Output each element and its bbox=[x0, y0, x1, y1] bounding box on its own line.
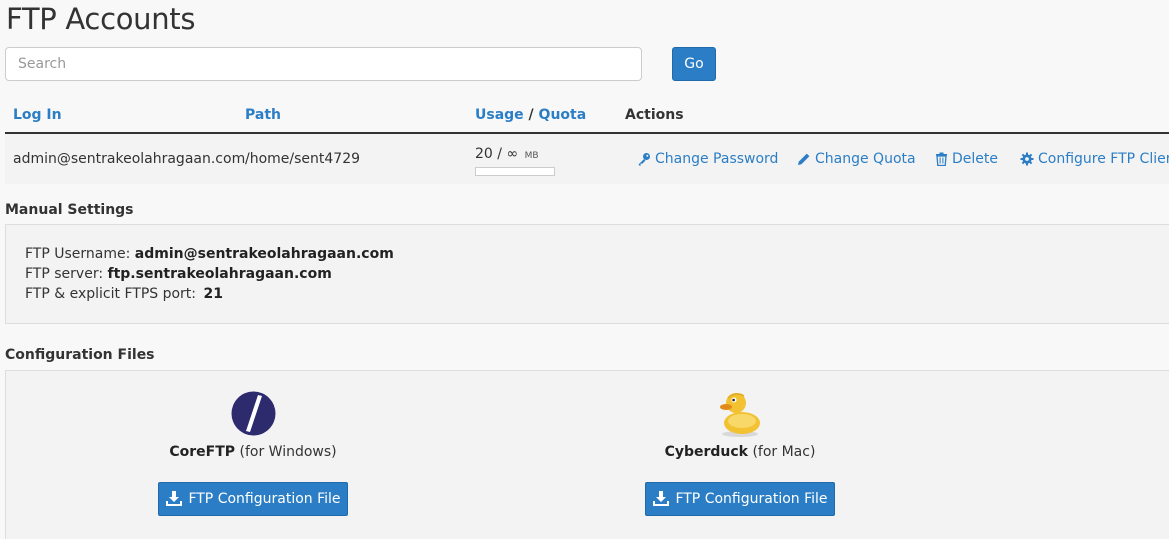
search-input[interactable] bbox=[5, 47, 642, 81]
account-login: admin@sentrakeolahragaan.com bbox=[13, 151, 246, 167]
ftp-username-value: admin@sentrakeolahragaan.com bbox=[134, 246, 394, 262]
coreftp-download-label: FTP Configuration File bbox=[188, 491, 341, 507]
coreftp-name: CoreFTP bbox=[169, 444, 236, 460]
header-separator: / bbox=[528, 107, 534, 123]
column-header-login[interactable]: Log In bbox=[13, 107, 62, 123]
usage-unit: MB bbox=[524, 151, 539, 161]
change-password-button[interactable]: Change Password bbox=[637, 151, 778, 167]
ftp-server-value: ftp.sentrakeolahragaan.com bbox=[107, 266, 332, 282]
page-title: FTP Accounts bbox=[6, 2, 196, 36]
ftp-server-line: FTP server: ftp.sentrakeolahragaan.com bbox=[25, 266, 332, 282]
trash-icon bbox=[936, 152, 947, 166]
usage-progress-bar bbox=[475, 167, 555, 176]
column-header-actions: Actions bbox=[625, 107, 684, 123]
gear-icon bbox=[1020, 152, 1034, 166]
coreftp-title: CoreFTP (for Windows) bbox=[133, 444, 373, 460]
manual-settings-title: Manual Settings bbox=[5, 202, 134, 218]
delete-button[interactable]: Delete bbox=[935, 151, 998, 167]
configuration-files-title: Configuration Files bbox=[5, 347, 155, 363]
ftp-username-label: FTP Username: bbox=[25, 246, 131, 262]
go-button[interactable]: Go bbox=[672, 47, 716, 81]
cyberduck-platform: (for Mac) bbox=[752, 444, 816, 460]
ftp-port-line: FTP & explicit FTPS port: 21 bbox=[25, 286, 223, 302]
column-header-path[interactable]: Path bbox=[245, 107, 281, 123]
coreftp-logo-icon bbox=[231, 391, 276, 436]
column-header-quota[interactable]: Quota bbox=[539, 107, 587, 123]
download-icon bbox=[653, 491, 670, 506]
coreftp-platform: (for Windows) bbox=[239, 444, 337, 460]
cyberduck-download-label: FTP Configuration File bbox=[675, 491, 828, 507]
ftp-port-label: FTP & explicit FTPS port: bbox=[25, 286, 197, 302]
cyberduck-title: Cyberduck (for Mac) bbox=[620, 444, 860, 460]
quota-value: ∞ bbox=[506, 146, 519, 162]
account-path: /home/sent4729 bbox=[245, 151, 361, 167]
column-header-usage-quota: Usage / Quota bbox=[475, 107, 586, 123]
download-icon bbox=[166, 491, 183, 506]
cyberduck-name: Cyberduck bbox=[664, 444, 748, 460]
column-header-usage[interactable]: Usage bbox=[475, 107, 524, 123]
change-quota-button[interactable]: Change Quota bbox=[797, 151, 916, 167]
delete-label: Delete bbox=[952, 151, 998, 167]
configure-ftp-client-label: Configure FTP Client bbox=[1038, 151, 1169, 167]
usage-quota-text: 20 / ∞ MB bbox=[475, 146, 539, 162]
coreftp-download-button[interactable]: FTP Configuration File bbox=[158, 482, 348, 516]
configure-ftp-client-button[interactable]: Configure FTP Client bbox=[1020, 151, 1169, 167]
change-quota-label: Change Quota bbox=[815, 151, 916, 167]
ftp-username-line: FTP Username: admin@sentrakeolahragaan.c… bbox=[25, 246, 394, 262]
usage-separator: / bbox=[497, 146, 502, 162]
pencil-icon bbox=[798, 153, 810, 165]
ftp-server-label: FTP server: bbox=[25, 266, 104, 282]
cyberduck-download-button[interactable]: FTP Configuration File bbox=[645, 482, 835, 516]
cyberduck-logo-icon bbox=[720, 393, 760, 437]
key-icon bbox=[638, 153, 650, 166]
ftp-port-value: 21 bbox=[203, 286, 223, 302]
usage-value: 20 bbox=[475, 146, 493, 162]
change-password-label: Change Password bbox=[655, 151, 779, 167]
